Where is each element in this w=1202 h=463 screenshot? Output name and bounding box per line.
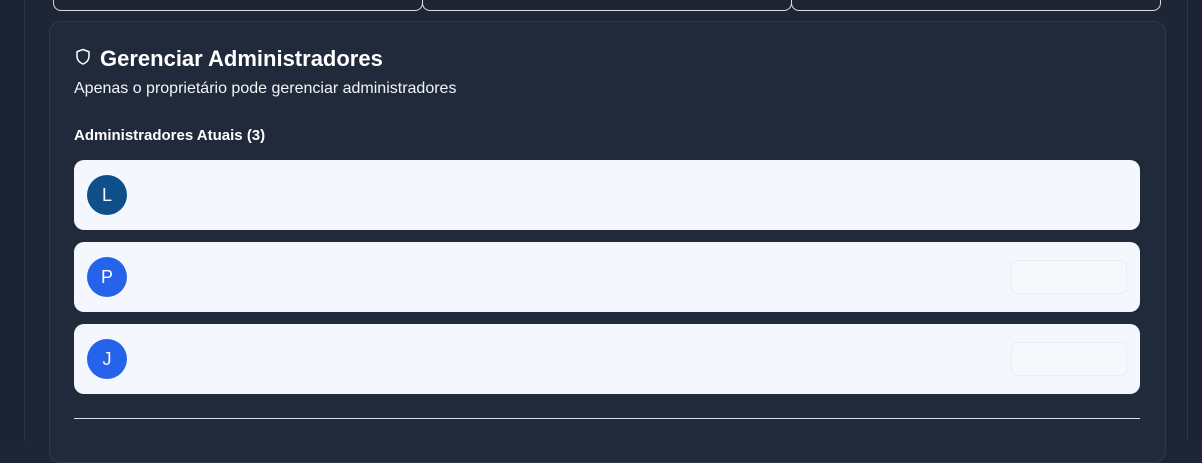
panel-title: Gerenciar Administradores — [100, 46, 383, 71]
admin-card: J Junior Admin juniorbarros218@gmail.com… — [74, 324, 1140, 394]
admin-card: P Pixels Engineers pixelsengineers@gmail… — [74, 242, 1140, 312]
shield-icon — [74, 47, 92, 72]
panel-header: Gerenciar Administradores — [74, 46, 383, 72]
manage-admins-panel: Gerenciar Administradores Apenas o propr… — [49, 21, 1166, 463]
avatar: L — [87, 175, 127, 215]
admin-name: Junior Admin — [140, 341, 227, 358]
right-scrollbar-area[interactable] — [1187, 0, 1202, 441]
admin-email: lsylrlblb333@gmail.com — [140, 199, 278, 214]
admin-card: L Luciano Santos Silva Ribeiro lsylrlblb… — [74, 160, 1140, 230]
divider — [74, 418, 1140, 419]
top-card-2 — [422, 0, 792, 11]
avatar: P — [87, 257, 127, 297]
top-card-1 — [53, 0, 423, 11]
admin-name: Luciano Santos Silva Ribeiro — [140, 177, 332, 194]
admin-email: juniorbarros218@gmail.com — [140, 363, 303, 378]
current-admins-heading: Administradores Atuais (3) — [74, 127, 266, 144]
admin-name: Pixels Engineers — [140, 259, 252, 276]
remove-admin-button[interactable]: Remover Admin — [1011, 342, 1127, 376]
admin-email: pixelsengineers@gmail.com — [140, 281, 303, 296]
avatar: J — [87, 339, 127, 379]
panel-subtitle: Apenas o proprietário pode gerenciar adm… — [74, 80, 457, 97]
top-card-3 — [791, 0, 1161, 11]
remove-admin-button[interactable]: Remover Admin — [1011, 260, 1127, 294]
left-gutter — [0, 0, 25, 441]
